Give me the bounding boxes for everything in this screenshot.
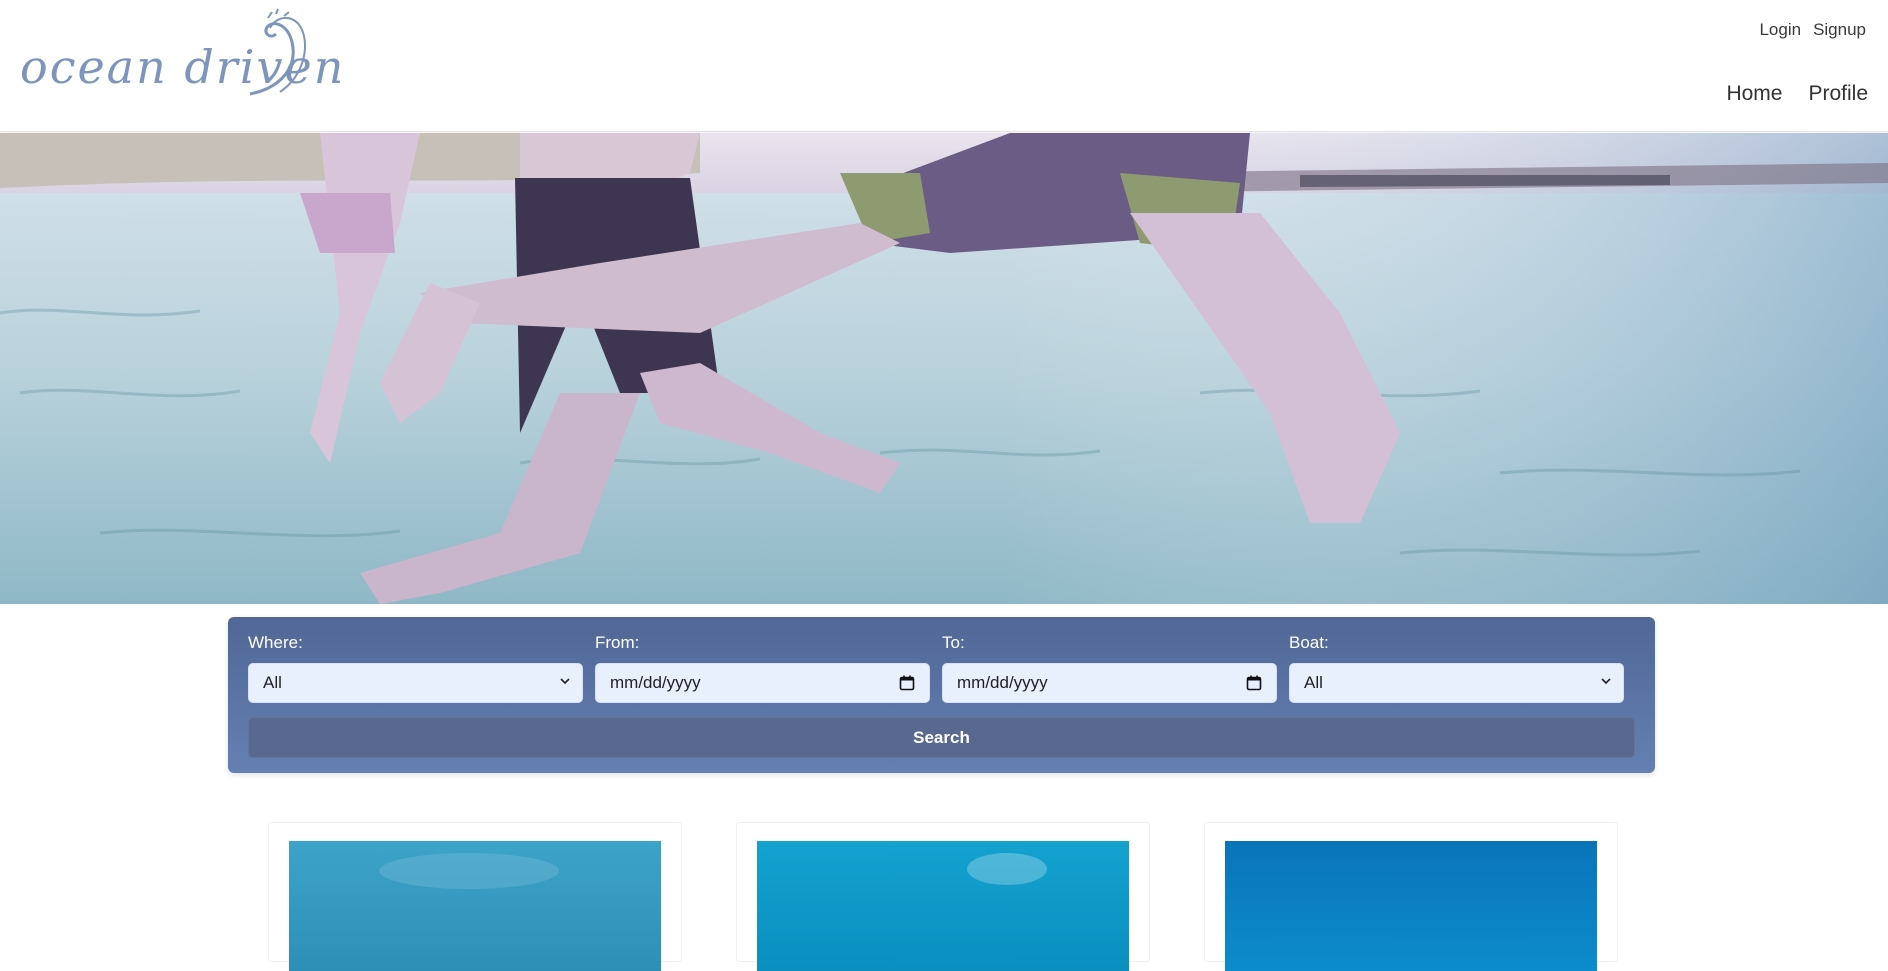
- from-label: From:: [595, 633, 640, 652]
- from-field: From: mm/dd/yyyy: [595, 633, 930, 703]
- chevron-down-icon: [1601, 678, 1611, 685]
- boat-value: All: [1304, 673, 1323, 692]
- boat-select[interactable]: All: [1289, 663, 1624, 703]
- login-link[interactable]: Login: [1759, 20, 1801, 40]
- boat-label: Boat:: [1289, 633, 1329, 652]
- listing-card[interactable]: [1204, 822, 1618, 971]
- hero-image: [0, 133, 1888, 604]
- signup-link[interactable]: Signup: [1813, 20, 1866, 40]
- to-field: To: mm/dd/yyyy: [942, 633, 1277, 703]
- listing-image[interactable]: [1225, 841, 1597, 971]
- listing-card[interactable]: [736, 822, 1150, 971]
- calendar-icon[interactable]: [1246, 675, 1262, 691]
- search-panel: Where: All From: mm/dd/yyyy To: mm/dd/yy…: [228, 617, 1655, 773]
- listing-image[interactable]: [757, 841, 1129, 971]
- to-date-input[interactable]: mm/dd/yyyy: [942, 663, 1277, 703]
- calendar-icon[interactable]: [899, 675, 915, 691]
- where-label: Where:: [248, 633, 303, 652]
- search-button[interactable]: Search: [248, 717, 1635, 758]
- from-value: mm/dd/yyyy: [610, 673, 701, 692]
- main-nav: Home Profile: [1726, 82, 1868, 106]
- wave-icon: [249, 8, 307, 96]
- to-label: To:: [942, 633, 965, 652]
- nav-home[interactable]: Home: [1726, 82, 1782, 106]
- where-select[interactable]: All: [248, 663, 583, 703]
- logo[interactable]: ocean driven: [18, 8, 343, 108]
- where-value: All: [263, 673, 282, 692]
- to-value: mm/dd/yyyy: [957, 673, 1048, 692]
- listing-image[interactable]: [289, 841, 661, 971]
- from-date-input[interactable]: mm/dd/yyyy: [595, 663, 930, 703]
- where-field: Where: All: [248, 633, 583, 703]
- listing-card[interactable]: [268, 822, 682, 971]
- chevron-down-icon: [560, 678, 570, 685]
- nav-profile[interactable]: Profile: [1808, 82, 1868, 106]
- site-header: ocean driven Login Signup Home Profile: [0, 0, 1888, 132]
- account-links: Login Signup: [1759, 20, 1866, 40]
- boat-field: Boat: All: [1289, 633, 1624, 703]
